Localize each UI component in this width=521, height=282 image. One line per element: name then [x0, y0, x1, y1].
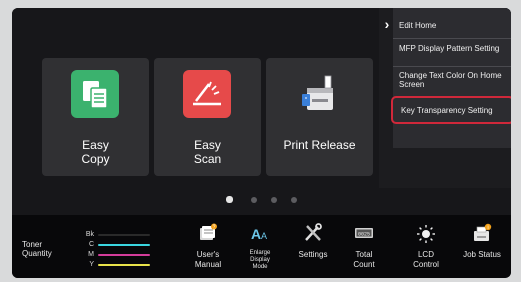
- svg-text:A: A: [261, 231, 267, 241]
- scan-icon: [183, 70, 231, 118]
- users-manual-label: User's Manual: [194, 250, 222, 269]
- menu-item-key-transparency[interactable]: Key Transparency Setting: [391, 96, 511, 124]
- print-release-tile[interactable]: Print Release: [266, 58, 373, 176]
- toner-c-label: C: [88, 241, 94, 248]
- users-manual-button[interactable]: ? User's Manual: [186, 215, 230, 278]
- total-count-button[interactable]: 0025 Total Count: [344, 215, 384, 278]
- bottom-status-bar: Toner Quantity Bk C M Y ? User's Manual: [12, 215, 511, 278]
- easy-copy-tile[interactable]: Easy Copy: [42, 58, 149, 176]
- page-dot[interactable]: [271, 197, 277, 203]
- easy-copy-label: Easy Copy: [81, 138, 110, 166]
- manual-icon: ?: [198, 223, 218, 243]
- settings-button[interactable]: Settings: [293, 215, 333, 278]
- toner-y-bar: [98, 264, 150, 266]
- svg-text:0025: 0025: [358, 231, 370, 237]
- page-dot[interactable]: [251, 197, 257, 203]
- job-status-label: Job Status: [463, 250, 501, 259]
- copy-icon: [71, 70, 119, 118]
- settings-tools-icon: [303, 223, 323, 243]
- menu-divider: [393, 38, 511, 39]
- enlarge-display-mode-label: Enlarge Display Mode: [249, 250, 271, 270]
- toner-m-label: M: [88, 251, 94, 258]
- counter-icon: 0025: [354, 223, 374, 243]
- enlarge-display-mode-button[interactable]: A A Enlarge Display Mode: [240, 215, 280, 278]
- printer-icon: [295, 70, 343, 118]
- toner-bk-label: Bk: [85, 231, 94, 238]
- job-status-button[interactable]: i Job Status: [458, 215, 506, 278]
- svg-text:?: ?: [213, 225, 216, 231]
- toner-y-label: Y: [89, 261, 94, 268]
- menu-item-edit-home[interactable]: Edit Home: [393, 21, 511, 30]
- print-release-label: Print Release: [283, 138, 356, 152]
- menu-item-text-color[interactable]: Change Text Color On Home Screen: [393, 71, 511, 89]
- toner-bk-bar: [98, 234, 150, 236]
- svg-text:A: A: [251, 226, 261, 242]
- toner-m-bar: [98, 254, 150, 256]
- svg-text:i: i: [487, 225, 488, 231]
- toner-quantity-label: Toner Quantity: [22, 240, 52, 258]
- mfp-touch-screen: Easy Copy Easy Scan Print Release › Edit…: [12, 8, 511, 278]
- easy-scan-tile[interactable]: Easy Scan: [154, 58, 261, 176]
- toner-c-bar: [98, 244, 150, 246]
- easy-scan-label: Easy Scan: [193, 138, 222, 166]
- home-settings-menu: Edit Home MFP Display Pattern Setting Ch…: [391, 8, 511, 148]
- page-dot[interactable]: [291, 197, 297, 203]
- menu-item-display-pattern[interactable]: MFP Display Pattern Setting: [393, 44, 511, 53]
- brightness-icon: [416, 223, 436, 243]
- lcd-control-button[interactable]: LCD Control: [406, 215, 446, 278]
- page-indicator: [12, 194, 511, 204]
- enlarge-text-icon: A A: [250, 223, 270, 243]
- menu-divider: [393, 66, 511, 67]
- settings-label: Settings: [298, 250, 328, 259]
- total-count-label: Total Count: [353, 250, 375, 269]
- lcd-control-label: LCD Control: [413, 250, 439, 269]
- job-status-icon: i: [472, 223, 492, 243]
- page-dot[interactable]: [226, 196, 233, 203]
